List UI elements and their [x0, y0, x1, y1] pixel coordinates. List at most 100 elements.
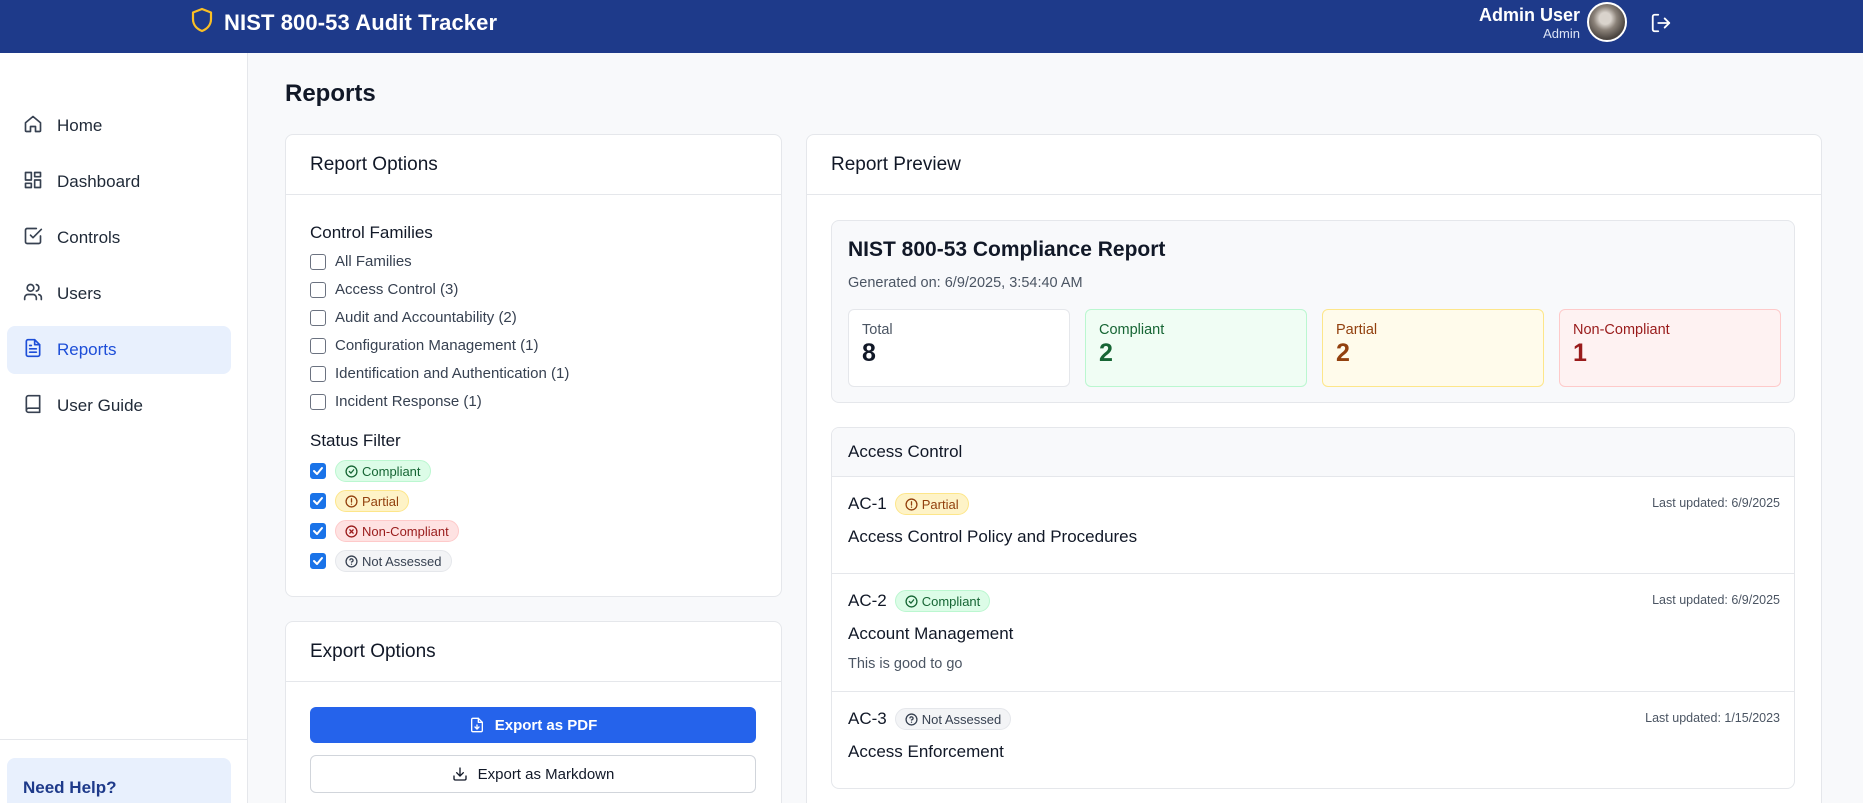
export-markdown-label: Export as Markdown	[477, 765, 615, 783]
download-icon	[452, 767, 467, 781]
check-square-icon	[23, 226, 43, 251]
badge-label: Not Assessed	[362, 553, 442, 569]
help-box[interactable]: Need Help?	[7, 758, 231, 803]
status-checkbox-notassessed[interactable]: Not Assessed	[310, 550, 452, 572]
control-id-line: AC-3 Not Assessed	[848, 708, 1012, 730]
shield-icon	[190, 7, 214, 38]
sidebar-item-home[interactable]: Home	[7, 102, 231, 150]
file-text-icon	[23, 338, 43, 363]
control-families-title: Control Families	[310, 223, 433, 242]
checkbox-checked[interactable]	[310, 523, 326, 539]
generated-on: Generated on: 6/9/2025, 3:54:40 AM	[848, 275, 1083, 291]
checkbox-label: All Families	[335, 253, 412, 270]
report-options-card: Report Options Control Families All Fami…	[285, 134, 782, 597]
family-checkbox-configuration[interactable]: Configuration Management (1)	[310, 337, 538, 354]
stat-value: 2	[1336, 339, 1350, 367]
sidebar-item-label: Controls	[57, 228, 121, 247]
status-checkbox-compliant[interactable]: Compliant	[310, 460, 431, 482]
control-row-ac-2[interactable]: AC-2 Compliant Last updated: 6/9/2025 Ac…	[832, 574, 1794, 692]
sidebar-item-label: User Guide	[57, 396, 143, 415]
status-badge: Partial	[894, 493, 969, 515]
status-checkbox-partial[interactable]: Partial	[310, 490, 409, 512]
stat-total: Total 8	[848, 309, 1070, 387]
report-summary: NIST 800-53 Compliance Report Generated …	[831, 220, 1795, 403]
status-badge: Compliant	[335, 460, 431, 482]
sidebar-item-controls[interactable]: Controls	[7, 214, 231, 262]
stat-value: 2	[1099, 339, 1113, 367]
help-circle-icon	[905, 712, 918, 726]
user-role: Admin	[1543, 26, 1580, 41]
control-title: Account Management	[848, 624, 1014, 643]
file-pdf-icon	[470, 717, 483, 733]
checkbox-checked[interactable]	[310, 553, 326, 569]
stat-value: 1	[1573, 339, 1587, 367]
badge-label: Partial	[921, 496, 959, 512]
check-circle-icon	[905, 594, 918, 608]
export-markdown-button[interactable]: Export as Markdown	[310, 755, 756, 793]
sidebar-item-label: Reports	[57, 340, 117, 359]
family-checkbox-all[interactable]: All Families	[310, 253, 412, 270]
top-bar: NIST 800-53 Audit Tracker Admin User Adm…	[0, 0, 1863, 53]
control-id: AC-1	[848, 494, 887, 513]
dashboard-icon	[23, 170, 43, 195]
control-id-line: AC-1 Partial	[848, 493, 969, 515]
stat-label: Total	[862, 322, 893, 338]
family-section-title: Access Control	[832, 428, 1794, 477]
help-circle-icon	[345, 554, 358, 568]
stat-label: Partial	[1336, 322, 1378, 338]
logout-icon[interactable]	[1649, 11, 1673, 35]
last-updated: Last updated: 6/9/2025	[1652, 593, 1780, 607]
stat-label: Compliant	[1099, 322, 1165, 338]
sidebar-item-users[interactable]: Users	[7, 270, 231, 318]
status-checkbox-noncompliant[interactable]: Non-Compliant	[310, 520, 459, 542]
export-pdf-button[interactable]: Export as PDF	[310, 707, 756, 743]
sidebar-item-label: Users	[57, 284, 102, 303]
status-badge: Compliant	[894, 590, 991, 612]
sidebar-item-label: Home	[57, 116, 103, 135]
page-title: Reports	[285, 80, 376, 107]
badge-label: Partial	[362, 493, 399, 509]
report-preview-card: Report Preview NIST 800-53 Compliance Re…	[806, 134, 1822, 803]
last-updated: Last updated: 6/9/2025	[1652, 496, 1780, 510]
control-id: AC-2	[848, 591, 887, 610]
badge-label: Not Assessed	[921, 711, 1002, 727]
family-checkbox-access-control[interactable]: Access Control (3)	[310, 281, 458, 298]
checkbox[interactable]	[310, 281, 326, 298]
checkbox-label: Access Control (3)	[335, 281, 459, 298]
avatar[interactable]	[1587, 2, 1627, 42]
control-id: AC-3	[848, 709, 887, 728]
checkbox[interactable]	[310, 365, 326, 382]
last-updated: Last updated: 1/15/2023	[1645, 711, 1780, 725]
badge-label: Non-Compliant	[362, 523, 449, 539]
app-brand[interactable]: NIST 800-53 Audit Tracker	[190, 0, 497, 45]
family-checkbox-identification[interactable]: Identification and Authentication (1)	[310, 365, 569, 382]
stat-label: Non-Compliant	[1573, 322, 1670, 338]
checkbox-checked[interactable]	[310, 493, 326, 509]
export-options-title: Export Options	[286, 622, 781, 682]
sidebar-item-dashboard[interactable]: Dashboard	[7, 158, 231, 206]
control-note: This is good to go	[848, 656, 963, 672]
alert-circle-icon	[905, 497, 918, 511]
help-title: Need Help?	[23, 778, 117, 797]
export-options-card: Export Options Export as PDF Export as M…	[285, 621, 782, 803]
family-checkbox-audit[interactable]: Audit and Accountability (2)	[310, 309, 517, 326]
sidebar-item-user-guide[interactable]: User Guide	[7, 382, 231, 430]
sidebar-divider	[0, 739, 248, 740]
control-row-ac-3[interactable]: AC-3 Not Assessed Last updated: 1/15/202…	[832, 692, 1794, 788]
family-checkbox-incident[interactable]: Incident Response (1)	[310, 393, 482, 410]
stat-noncompliant: Non-Compliant 1	[1559, 309, 1781, 387]
home-icon	[23, 114, 43, 139]
sidebar: Home Dashboard Controls Users Reports Us…	[0, 53, 248, 803]
checkbox[interactable]	[310, 337, 326, 354]
report-options-title: Report Options	[286, 135, 781, 195]
control-row-ac-1[interactable]: AC-1 Partial Last updated: 6/9/2025 Acce…	[832, 477, 1794, 574]
stat-partial: Partial 2	[1322, 309, 1544, 387]
checkbox[interactable]	[310, 309, 326, 326]
book-icon	[23, 394, 43, 419]
checkbox[interactable]	[310, 393, 326, 410]
app-title: NIST 800-53 Audit Tracker	[224, 9, 498, 35]
checkbox-checked[interactable]	[310, 463, 326, 479]
checkbox[interactable]	[310, 253, 326, 270]
sidebar-item-label: Dashboard	[57, 172, 141, 191]
sidebar-item-reports[interactable]: Reports	[7, 326, 231, 374]
